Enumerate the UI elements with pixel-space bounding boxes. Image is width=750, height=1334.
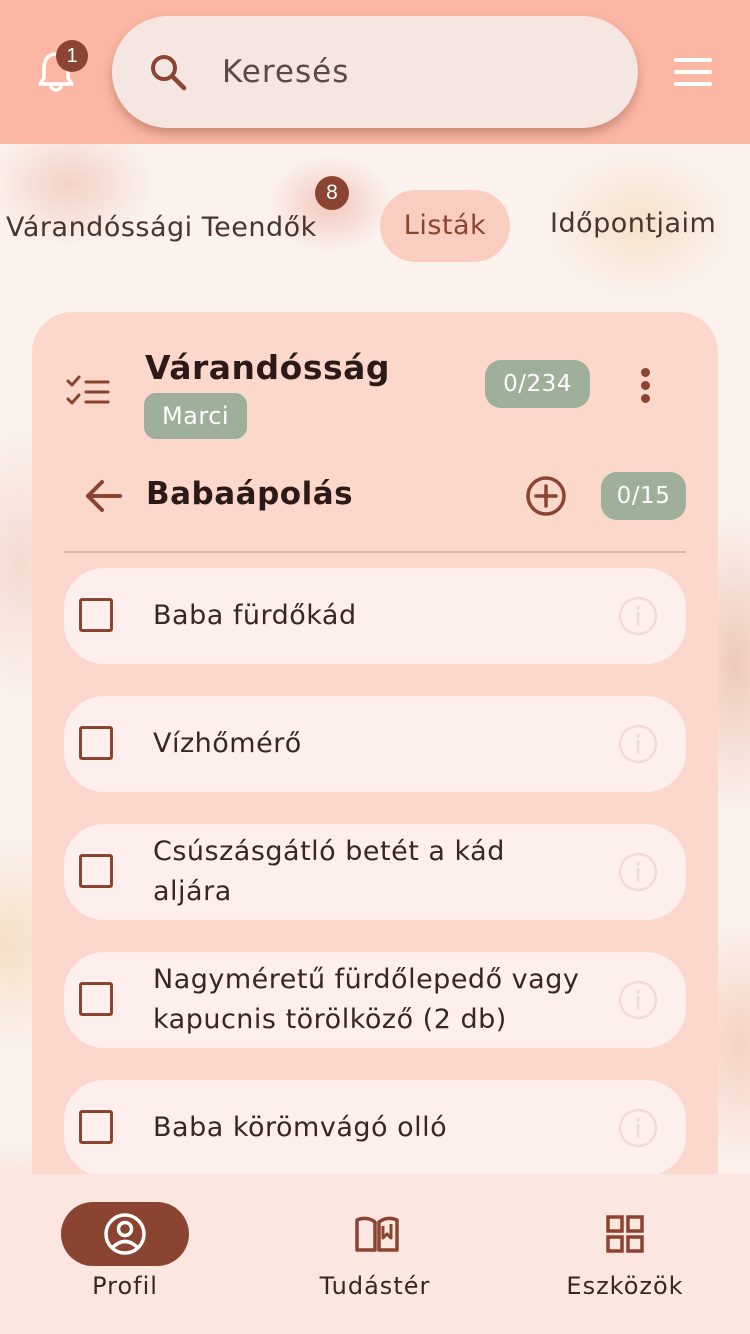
list-item[interactable]: Vízhőmérő (64, 696, 686, 792)
nav-profile[interactable]: Profil (0, 1174, 250, 1334)
search-input[interactable] (222, 42, 602, 102)
list-item[interactable]: Baba körömvágó olló (64, 1080, 686, 1176)
nav-label: Profil (92, 1272, 158, 1300)
info-icon[interactable] (618, 724, 658, 764)
divider (64, 551, 686, 553)
list-item[interactable]: Nagyméretű fürdőlepedő vagy kapucnis tör… (64, 952, 686, 1048)
item-checkbox[interactable] (79, 854, 113, 888)
category-title: Babaápolás (146, 476, 354, 512)
profile-icon (103, 1212, 147, 1256)
nav-label: Eszközök (566, 1272, 684, 1300)
item-checkbox[interactable] (79, 598, 113, 632)
list-item[interactable]: Baba fürdőkád (64, 568, 686, 664)
info-icon[interactable] (618, 852, 658, 892)
info-icon[interactable] (618, 980, 658, 1020)
grid-icon (603, 1212, 647, 1256)
tab-lists[interactable]: Listák (380, 190, 510, 262)
book-icon (353, 1212, 399, 1256)
tab-pregnancy-todos[interactable]: Várandóssági Teendők (6, 212, 317, 243)
bottom-navigation: Profil Tudástér Eszközök (0, 1174, 750, 1334)
list-title: Várandósság (145, 348, 391, 387)
search-icon (148, 52, 188, 92)
item-label: Baba körömvágó olló (153, 1112, 448, 1143)
info-icon[interactable] (618, 1108, 658, 1148)
category-progress-badge: 0/15 (601, 472, 686, 520)
back-arrow-icon[interactable] (84, 476, 124, 516)
item-checkbox[interactable] (79, 982, 113, 1016)
nav-tools[interactable]: Eszközök (500, 1174, 750, 1334)
item-label: Nagyméretű fürdőlepedő vagy kapucnis tör… (153, 964, 580, 1035)
search-bar[interactable] (112, 16, 638, 128)
todo-count-badge: 8 (315, 176, 349, 210)
top-bar: 1 (0, 0, 750, 144)
nav-knowledge[interactable]: Tudástér (250, 1174, 500, 1334)
checklist-icon (66, 374, 110, 408)
item-label: Csúszásgátló betét a kád aljára (153, 836, 505, 907)
item-label: Baba fürdőkád (153, 600, 357, 631)
list-item[interactable]: Csúszásgátló betét a kád aljára (64, 824, 686, 920)
add-item-icon[interactable] (524, 474, 568, 518)
item-checkbox[interactable] (79, 726, 113, 760)
info-icon[interactable] (618, 596, 658, 636)
more-options-icon[interactable] (636, 366, 656, 406)
item-label: Vízhőmérő (153, 728, 302, 759)
total-progress-badge: 0/234 (485, 360, 590, 408)
nav-label: Tudástér (319, 1272, 431, 1300)
notification-badge: 1 (56, 40, 88, 72)
tab-appointments[interactable]: Időpontjaim (550, 208, 716, 239)
item-checkbox[interactable] (79, 1110, 113, 1144)
owner-chip: Marci (144, 393, 247, 439)
hamburger-menu-icon[interactable] (674, 58, 714, 88)
